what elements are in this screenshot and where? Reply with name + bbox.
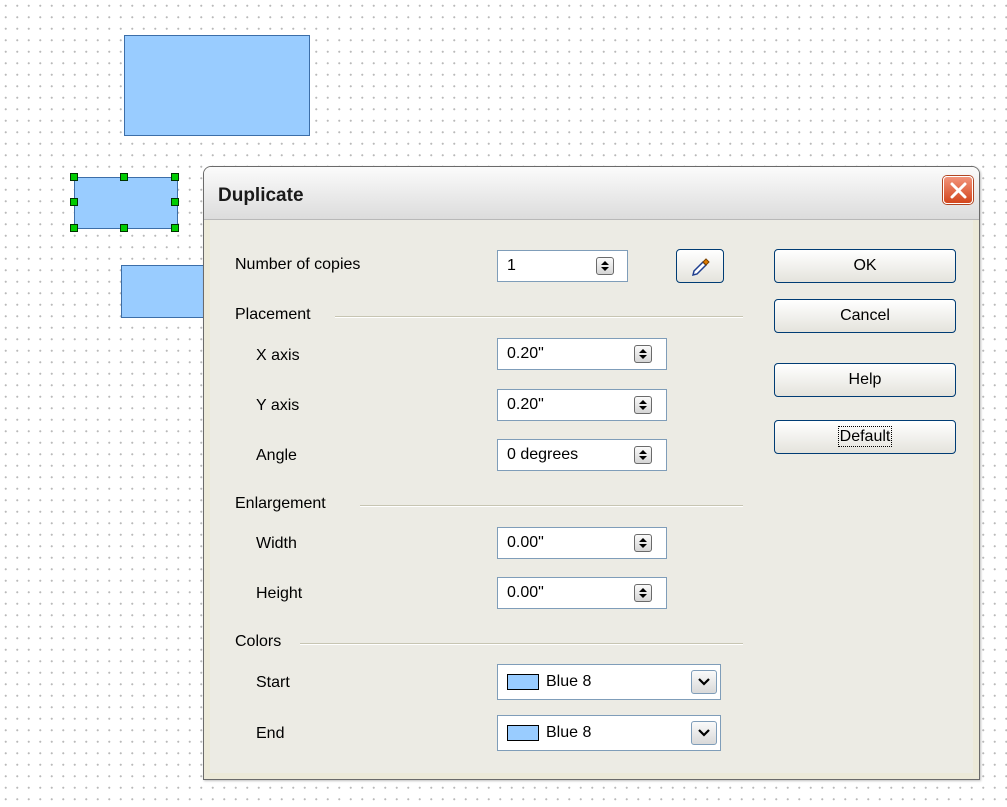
- start-color-value: Blue 8: [546, 673, 592, 690]
- dropdown-arrow-icon: [698, 729, 710, 737]
- ok-button-label: OK: [853, 257, 877, 274]
- selection-handle-top-left[interactable]: [70, 173, 78, 181]
- default-button-label: Default: [837, 426, 893, 447]
- y-axis-spinner[interactable]: [634, 396, 652, 414]
- rectangle-shape-selected[interactable]: [74, 177, 178, 229]
- number-of-copies-field[interactable]: 1: [497, 250, 628, 282]
- selection-handle-bottom-right[interactable]: [171, 224, 179, 232]
- selection-handle-right[interactable]: [171, 198, 179, 206]
- width-value: 0.00": [507, 534, 544, 551]
- close-icon: [950, 182, 967, 199]
- width-label: Width: [256, 535, 297, 552]
- selection-handle-bottom-left[interactable]: [70, 224, 78, 232]
- selection-handle-bottom[interactable]: [120, 224, 128, 232]
- selection-handle-top-right[interactable]: [171, 173, 179, 181]
- height-value: 0.00": [507, 584, 544, 601]
- eyedropper-icon: [691, 258, 710, 277]
- rectangle-shape-top[interactable]: [124, 35, 310, 136]
- angle-spinner[interactable]: [634, 446, 652, 464]
- spin-up-down-icon: [639, 538, 647, 548]
- colors-group-divider: [300, 643, 743, 645]
- number-of-copies-label: Number of copies: [235, 256, 361, 273]
- dialog-title: Duplicate: [218, 185, 304, 206]
- height-label: Height: [256, 585, 303, 602]
- x-axis-value: 0.20": [507, 345, 544, 362]
- x-axis-spinner[interactable]: [634, 345, 652, 363]
- height-field[interactable]: 0.00": [497, 577, 667, 609]
- width-spinner[interactable]: [634, 534, 652, 552]
- width-field[interactable]: 0.00": [497, 527, 667, 559]
- spin-up-down-icon: [639, 588, 647, 598]
- number-of-copies-value: 1: [507, 257, 516, 274]
- start-color-label: Start: [256, 674, 290, 691]
- y-axis-value: 0.20": [507, 396, 544, 413]
- selection-handle-top[interactable]: [120, 173, 128, 181]
- y-axis-field[interactable]: 0.20": [497, 389, 667, 421]
- cancel-button-label: Cancel: [840, 307, 890, 324]
- end-color-value: Blue 8: [546, 724, 592, 741]
- spin-up-down-icon: [639, 349, 647, 359]
- end-color-dropdown[interactable]: Blue 8: [497, 715, 721, 751]
- angle-label: Angle: [256, 447, 297, 464]
- spin-up-down-icon: [639, 450, 647, 460]
- number-of-copies-spinner[interactable]: [596, 257, 614, 275]
- y-axis-label: Y axis: [256, 397, 300, 414]
- x-axis-label: X axis: [256, 347, 300, 364]
- end-color-dropdown-button[interactable]: [691, 721, 717, 745]
- spin-up-down-icon: [601, 261, 609, 271]
- dialog-titlebar[interactable]: Duplicate: [204, 167, 979, 220]
- help-button-label: Help: [848, 371, 882, 388]
- placement-group-divider: [335, 316, 743, 318]
- start-color-swatch: [507, 674, 539, 690]
- close-button[interactable]: [943, 176, 973, 204]
- placement-group-title: Placement: [235, 306, 319, 324]
- start-color-dropdown[interactable]: Blue 8: [497, 664, 721, 700]
- start-color-dropdown-button[interactable]: [691, 670, 717, 694]
- height-spinner[interactable]: [634, 584, 652, 602]
- ok-button[interactable]: OK: [774, 249, 956, 283]
- selection-handle-left[interactable]: [70, 198, 78, 206]
- dropdown-arrow-icon: [698, 678, 710, 686]
- spin-up-down-icon: [639, 400, 647, 410]
- cancel-button[interactable]: Cancel: [774, 299, 956, 333]
- enlargement-group-title: Enlargement: [235, 495, 334, 513]
- default-button[interactable]: Default: [774, 420, 956, 454]
- end-color-swatch: [507, 725, 539, 741]
- end-color-label: End: [256, 725, 285, 742]
- angle-field[interactable]: 0 degrees: [497, 439, 667, 471]
- enlargement-group-divider: [360, 505, 743, 507]
- help-button[interactable]: Help: [774, 363, 956, 397]
- angle-value: 0 degrees: [507, 446, 579, 463]
- duplicate-dialog: Duplicate Number of copies 1 Placement X…: [203, 166, 980, 780]
- eyedropper-button[interactable]: [676, 249, 724, 283]
- dialog-client-area: Number of copies 1 Placement X axis 0.20…: [210, 220, 973, 773]
- x-axis-field[interactable]: 0.20": [497, 338, 667, 370]
- rectangle-shape-bottom[interactable]: [121, 265, 211, 318]
- colors-group-title: Colors: [235, 633, 290, 651]
